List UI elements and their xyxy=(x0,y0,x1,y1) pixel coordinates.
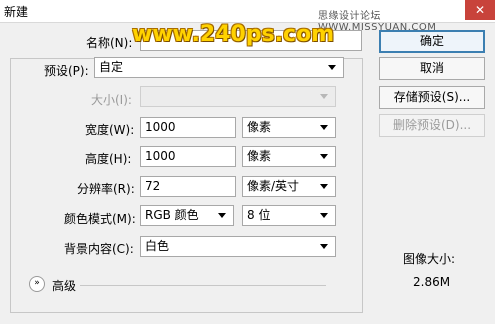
height-unit-value: 像素 xyxy=(247,149,272,163)
image-size-value: 2.86M xyxy=(413,275,451,289)
width-unit-select[interactable]: 像素 xyxy=(242,117,336,138)
width-label: 宽度(W): xyxy=(85,123,135,137)
delete-preset-button[interactable]: 删除预设(D)... xyxy=(379,114,485,137)
chevron-down-icon xyxy=(320,184,328,189)
chevron-down-icon xyxy=(320,154,328,159)
chevron-double-down-icon[interactable]: » xyxy=(29,276,45,292)
preset-select[interactable]: 自定 xyxy=(94,57,344,78)
resolution-input[interactable]: 72 xyxy=(140,176,236,197)
height-unit-select[interactable]: 像素 xyxy=(242,146,336,167)
color-mode-label: 颜色模式(M): xyxy=(64,212,136,226)
chevron-down-icon xyxy=(328,65,336,70)
image-size-label: 图像大小: xyxy=(403,252,456,266)
name-label: 名称(N): xyxy=(86,36,133,50)
advanced-divider xyxy=(80,285,326,286)
resolution-unit-select[interactable]: 像素/英寸 xyxy=(242,176,336,197)
cancel-button[interactable]: 取消 xyxy=(379,57,485,80)
window-title: 新建 xyxy=(4,5,29,19)
bit-depth-value: 8 位 xyxy=(247,208,271,222)
height-label: 高度(H): xyxy=(85,152,132,166)
width-input[interactable]: 1000 xyxy=(140,117,236,138)
background-value: 白色 xyxy=(145,239,170,253)
advanced-label[interactable]: 高级 xyxy=(52,277,76,294)
color-mode-value: RGB 颜色 xyxy=(145,208,199,222)
ok-button[interactable]: 确定 xyxy=(379,30,485,53)
title-bar: 新建 思缘设计论坛 WWW.MISSYUAN.COM ✕ xyxy=(0,0,495,33)
chevron-down-icon xyxy=(320,125,328,130)
brand-watermark: www.240ps.com xyxy=(132,22,335,47)
size-select[interactable] xyxy=(140,86,336,107)
chevron-down-icon xyxy=(320,213,328,218)
bit-depth-select[interactable]: 8 位 xyxy=(242,205,336,226)
chevron-down-icon xyxy=(320,244,328,249)
preset-value: 自定 xyxy=(99,60,124,74)
chevron-down-icon xyxy=(218,213,226,218)
resolution-label: 分辨率(R): xyxy=(77,182,135,196)
resolution-unit-value: 像素/英寸 xyxy=(247,179,300,193)
preset-label: 预设(P): xyxy=(44,64,89,78)
background-select[interactable]: 白色 xyxy=(140,236,336,257)
width-unit-value: 像素 xyxy=(247,120,272,134)
background-label: 背景内容(C): xyxy=(64,242,134,256)
chevron-down-icon xyxy=(320,94,328,99)
save-preset-button[interactable]: 存储预设(S)... xyxy=(379,86,485,109)
height-input[interactable]: 1000 xyxy=(140,146,236,167)
close-button[interactable]: ✕ xyxy=(465,0,495,20)
color-mode-select[interactable]: RGB 颜色 xyxy=(140,205,234,226)
size-label: 大小(I): xyxy=(91,93,132,107)
